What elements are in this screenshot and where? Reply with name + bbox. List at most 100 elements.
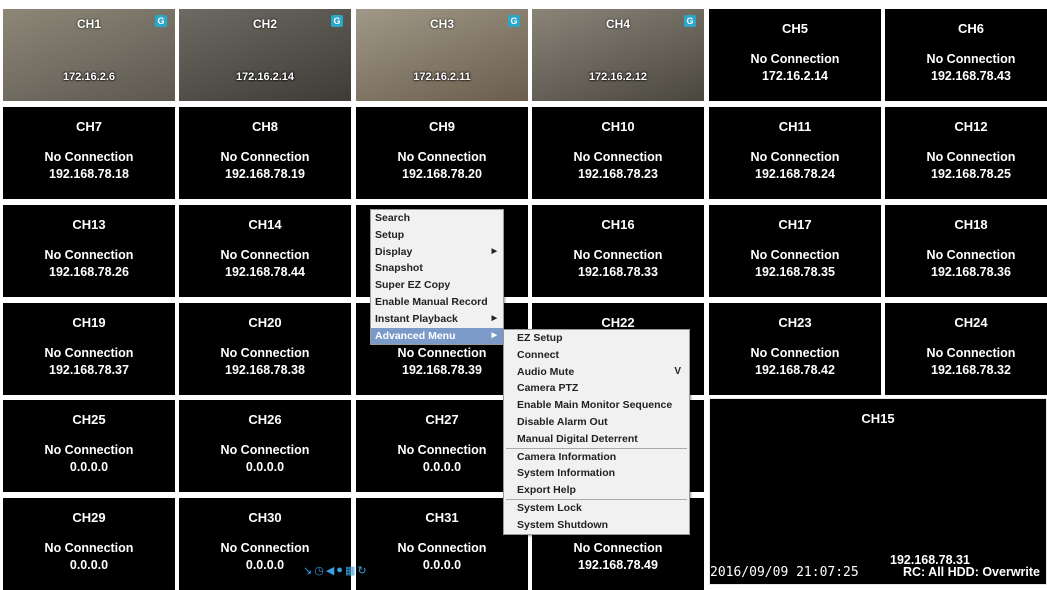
menu-item[interactable]: Search bbox=[371, 210, 503, 227]
clock-icon: ◷ bbox=[314, 564, 324, 577]
channel-label: CH8 bbox=[251, 119, 278, 134]
connection-status: No Connection bbox=[573, 248, 663, 262]
menu-item[interactable]: Super EZ Copy bbox=[371, 277, 503, 294]
connection-status: No Connection bbox=[573, 541, 663, 555]
channel-cell[interactable]: CH29 No Connection 0.0.0.0 bbox=[3, 498, 175, 590]
connection-status: No Connection bbox=[926, 52, 1016, 66]
ip-label: 192.168.78.49 bbox=[578, 558, 658, 572]
submenu-item[interactable]: Disable Alarm Out bbox=[504, 414, 689, 431]
channel-label: CH13 bbox=[72, 217, 106, 232]
channel-label: CH20 bbox=[248, 315, 282, 330]
ip-label: 172.16.2.6 bbox=[63, 71, 115, 83]
submenu-item[interactable]: System Lock bbox=[504, 500, 689, 517]
status-icons: ↘ ◷ ◀ ● ▦ ↻ bbox=[303, 563, 367, 577]
menu-item-label: System Shutdown bbox=[517, 518, 609, 531]
channel-cell[interactable]: CH24 No Connection 192.168.78.32 bbox=[885, 303, 1047, 395]
ip-label: 192.168.78.18 bbox=[49, 167, 129, 181]
ip-label: 192.168.78.38 bbox=[225, 363, 305, 377]
menu-item-label: Camera PTZ bbox=[517, 382, 579, 395]
connection-status: No Connection bbox=[44, 150, 134, 164]
submenu-item[interactable]: Manual Digital Deterrent bbox=[504, 431, 689, 448]
connection-status: No Connection bbox=[750, 248, 840, 262]
camera-view-ch3[interactable]: CH3 G 172.16.2.11 bbox=[356, 9, 528, 101]
ip-label: 172.16.2.14 bbox=[235, 71, 295, 83]
ip-label: 192.168.78.19 bbox=[225, 167, 305, 181]
live-badge-icon: G bbox=[155, 15, 167, 27]
menu-item-label: Advanced Menu bbox=[375, 329, 456, 342]
channel-cell[interactable]: CH25 No Connection 0.0.0.0 bbox=[3, 400, 175, 492]
connection-status: No Connection bbox=[44, 541, 134, 555]
connection-status: No Connection bbox=[44, 248, 134, 262]
menu-item[interactable]: Display ▶ bbox=[371, 244, 503, 261]
menu-item[interactable]: Advanced Menu ▶ bbox=[371, 327, 503, 345]
main-view-ch15[interactable]: CH15 192.168.78.31 2016/09/09 21:07:25 R… bbox=[709, 398, 1047, 585]
ip-label: 192.168.78.43 bbox=[931, 69, 1011, 83]
live-badge-icon: G bbox=[508, 15, 520, 27]
ip-label: 192.168.78.42 bbox=[755, 363, 835, 377]
channel-cell[interactable]: CH7 No Connection 192.168.78.18 bbox=[3, 107, 175, 199]
menu-item-label: Camera Information bbox=[517, 450, 617, 463]
submenu-item[interactable]: Camera PTZ bbox=[504, 380, 689, 397]
ip-label: 0.0.0.0 bbox=[69, 558, 109, 572]
camera-view-ch4[interactable]: CH4 G 172.16.2.12 bbox=[532, 9, 704, 101]
connection-status: No Connection bbox=[220, 248, 310, 262]
channel-cell[interactable]: CH17 No Connection 192.168.78.35 bbox=[709, 205, 881, 297]
channel-cell[interactable]: CH16 No Connection 192.168.78.33 bbox=[532, 205, 704, 297]
connection-status: No Connection bbox=[750, 346, 840, 360]
channel-cell[interactable]: CH19 No Connection 192.168.78.37 bbox=[3, 303, 175, 395]
submenu-item[interactable]: System Shutdown bbox=[504, 517, 689, 534]
menu-item-label: System Information bbox=[517, 467, 616, 480]
connection-status: No Connection bbox=[397, 150, 487, 164]
channel-cell[interactable]: CH6 No Connection 192.168.78.43 bbox=[885, 9, 1047, 101]
ip-label: 192.168.78.23 bbox=[578, 167, 658, 181]
channel-label: CH29 bbox=[72, 510, 106, 525]
menu-item[interactable]: Snapshot bbox=[371, 260, 503, 277]
submenu-arrow-icon: ▶ bbox=[491, 331, 497, 339]
connection-status: No Connection bbox=[926, 150, 1016, 164]
ip-label: 192.168.78.37 bbox=[49, 363, 129, 377]
submenu-item[interactable]: Audio Mute V bbox=[504, 364, 689, 381]
submenu-item[interactable]: Camera Information bbox=[504, 449, 689, 466]
connection-status: No Connection bbox=[750, 52, 840, 66]
channel-cell[interactable]: CH13 No Connection 192.168.78.26 bbox=[3, 205, 175, 297]
channel-cell[interactable]: CH26 No Connection 0.0.0.0 bbox=[179, 400, 351, 492]
channel-cell[interactable]: CH23 No Connection 192.168.78.42 bbox=[709, 303, 881, 395]
channel-cell[interactable]: CH8 No Connection 192.168.78.19 bbox=[179, 107, 351, 199]
channel-label: CH14 bbox=[248, 217, 282, 232]
channel-cell[interactable]: CH14 No Connection 192.168.78.44 bbox=[179, 205, 351, 297]
channel-label: CH5 bbox=[781, 21, 808, 36]
submenu-arrow-icon: ▶ bbox=[491, 247, 497, 255]
submenu-item[interactable]: System Information bbox=[504, 465, 689, 482]
menu-item[interactable]: Setup bbox=[371, 227, 503, 244]
submenu-item[interactable]: Connect bbox=[504, 347, 689, 364]
submenu-item[interactable]: Export Help bbox=[504, 482, 689, 499]
channel-cell[interactable]: CH10 No Connection 192.168.78.23 bbox=[532, 107, 704, 199]
channel-label: CH1 bbox=[76, 17, 101, 31]
submenu-item[interactable]: Enable Main Monitor Sequence bbox=[504, 397, 689, 414]
channel-cell[interactable]: CH11 No Connection 192.168.78.24 bbox=[709, 107, 881, 199]
channel-label: CH4 bbox=[605, 17, 630, 31]
menu-item[interactable]: Instant Playback ▶ bbox=[371, 311, 503, 328]
channel-cell[interactable]: CH18 No Connection 192.168.78.36 bbox=[885, 205, 1047, 297]
record-icon: ● bbox=[336, 564, 343, 576]
channel-label: CH30 bbox=[248, 510, 282, 525]
connection-status: No Connection bbox=[397, 541, 487, 555]
channel-cell[interactable]: CH12 No Connection 192.168.78.25 bbox=[885, 107, 1047, 199]
ip-label: 0.0.0.0 bbox=[69, 460, 109, 474]
channel-cell[interactable]: CH5 No Connection 172.16.2.14 bbox=[709, 9, 881, 101]
channel-cell[interactable]: CH9 No Connection 192.168.78.20 bbox=[356, 107, 528, 199]
channel-label: CH19 bbox=[72, 315, 106, 330]
ip-label: 172.16.2.14 bbox=[761, 69, 829, 83]
menu-item[interactable]: Enable Manual Record bbox=[371, 294, 503, 311]
camera-view-ch2[interactable]: CH2 G 172.16.2.14 bbox=[179, 9, 351, 101]
menu-item-label: Snapshot bbox=[375, 262, 423, 275]
ip-label: 192.168.78.20 bbox=[402, 167, 482, 181]
connection-status: No Connection bbox=[750, 150, 840, 164]
channel-cell[interactable]: CH20 No Connection 192.168.78.38 bbox=[179, 303, 351, 395]
connection-status: No Connection bbox=[220, 150, 310, 164]
camera-view-ch1[interactable]: CH1 G 172.16.2.6 bbox=[3, 9, 175, 101]
ip-label: 172.16.2.12 bbox=[588, 71, 648, 83]
channel-label: CH22 bbox=[601, 315, 635, 330]
menu-item-suffix: V bbox=[674, 365, 681, 377]
submenu-item[interactable]: EZ Setup bbox=[504, 330, 689, 347]
